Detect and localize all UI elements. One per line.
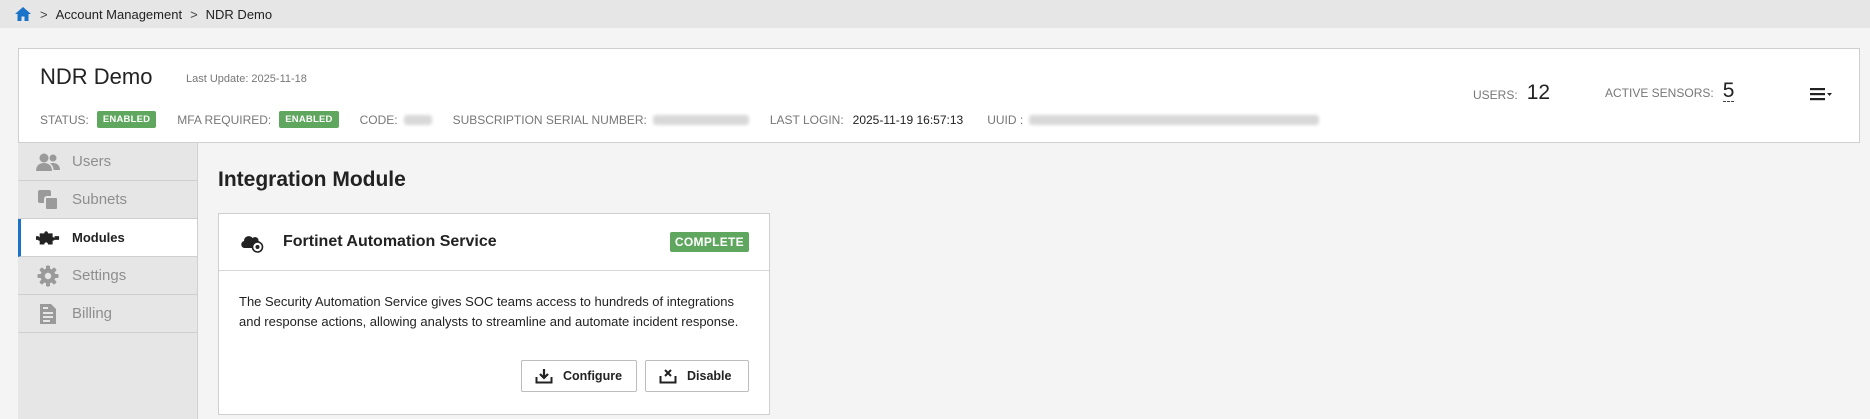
account-header: NDR Demo Last Update: 2025-11-18 STATUS:… [18,48,1860,143]
users-count: 12 [1526,81,1551,104]
last-login-value: 2025-11-19 16:57:13 [852,112,964,127]
breadcrumb-separator: > [40,6,48,22]
users-label: USERS: [1473,88,1518,102]
page-title: NDR Demo [40,64,153,89]
module-description: The Security Automation Service gives SO… [239,294,739,329]
status-badge: ENABLED [96,111,157,128]
gear-icon [36,265,60,287]
module-title: Fortinet Automation Service [283,233,497,250]
uuid-label: UUID : [987,112,1024,127]
serial-label: SUBSCRIPTION SERIAL NUMBER: [452,112,647,127]
home-icon[interactable] [14,6,32,22]
sidebar: Users Subnets Modules Settings Billing [18,143,198,419]
module-card: Fortinet Automation Service COMPLETE The… [218,213,770,415]
serial-value-redacted [652,114,749,125]
page-heading: Integration Module [218,168,406,191]
mfa-badge: ENABLED [279,111,339,128]
cloud-automation-icon [239,231,265,253]
remove-tray-icon [659,368,677,384]
sidebar-item-label: Settings [72,267,127,284]
code-label: CODE: [359,112,398,127]
sidebar-item-label: Modules [72,230,125,245]
code-value-redacted [403,114,432,125]
breadcrumb: > Account Management > NDR Demo [0,0,1870,28]
sensors-label: ACTIVE SENSORS: [1605,86,1714,100]
disable-button[interactable]: Disable [645,360,749,392]
configure-label: Configure [563,369,623,383]
status-badge: COMPLETE [669,232,749,252]
disable-label: Disable [687,369,732,383]
status-label: STATUS: [40,112,89,127]
sidebar-item-label: Subnets [72,191,128,208]
sidebar-item-subnets[interactable]: Subnets [18,181,197,219]
last-login-label: LAST LOGIN: [769,112,844,127]
sidebar-item-settings[interactable]: Settings [18,257,197,295]
subnets-icon [36,189,60,211]
users-stat: USERS: 12 [1473,81,1550,105]
last-update: Last Update: 2025-11-18 [186,73,307,85]
puzzle-icon [36,227,60,249]
breadcrumb-ndr-demo: NDR Demo [205,6,273,22]
account-meta-row: STATUS: ENABLED MFA REQUIRED: ENABLED CO… [40,111,1320,128]
uuid-value-redacted [1029,114,1320,125]
breadcrumb-account-management[interactable]: Account Management [56,7,182,22]
sidebar-item-label: Users [72,153,112,170]
download-tray-icon [535,368,553,384]
sidebar-item-billing[interactable]: Billing [18,295,197,333]
hamburger-dropdown-icon[interactable] [1809,85,1835,103]
billing-icon [36,303,60,325]
breadcrumb-separator: > [190,6,198,22]
sidebar-item-users[interactable]: Users [18,143,197,181]
configure-button[interactable]: Configure [521,360,637,392]
module-card-header: Fortinet Automation Service COMPLETE [219,214,769,271]
mfa-label: MFA REQUIRED: [177,112,272,127]
sensors-count[interactable]: 5 [1722,80,1735,102]
sidebar-item-label: Billing [72,305,113,322]
users-icon [36,151,60,173]
sensors-stat: ACTIVE SENSORS: 5 [1605,80,1735,102]
sidebar-item-modules[interactable]: Modules [18,219,197,257]
